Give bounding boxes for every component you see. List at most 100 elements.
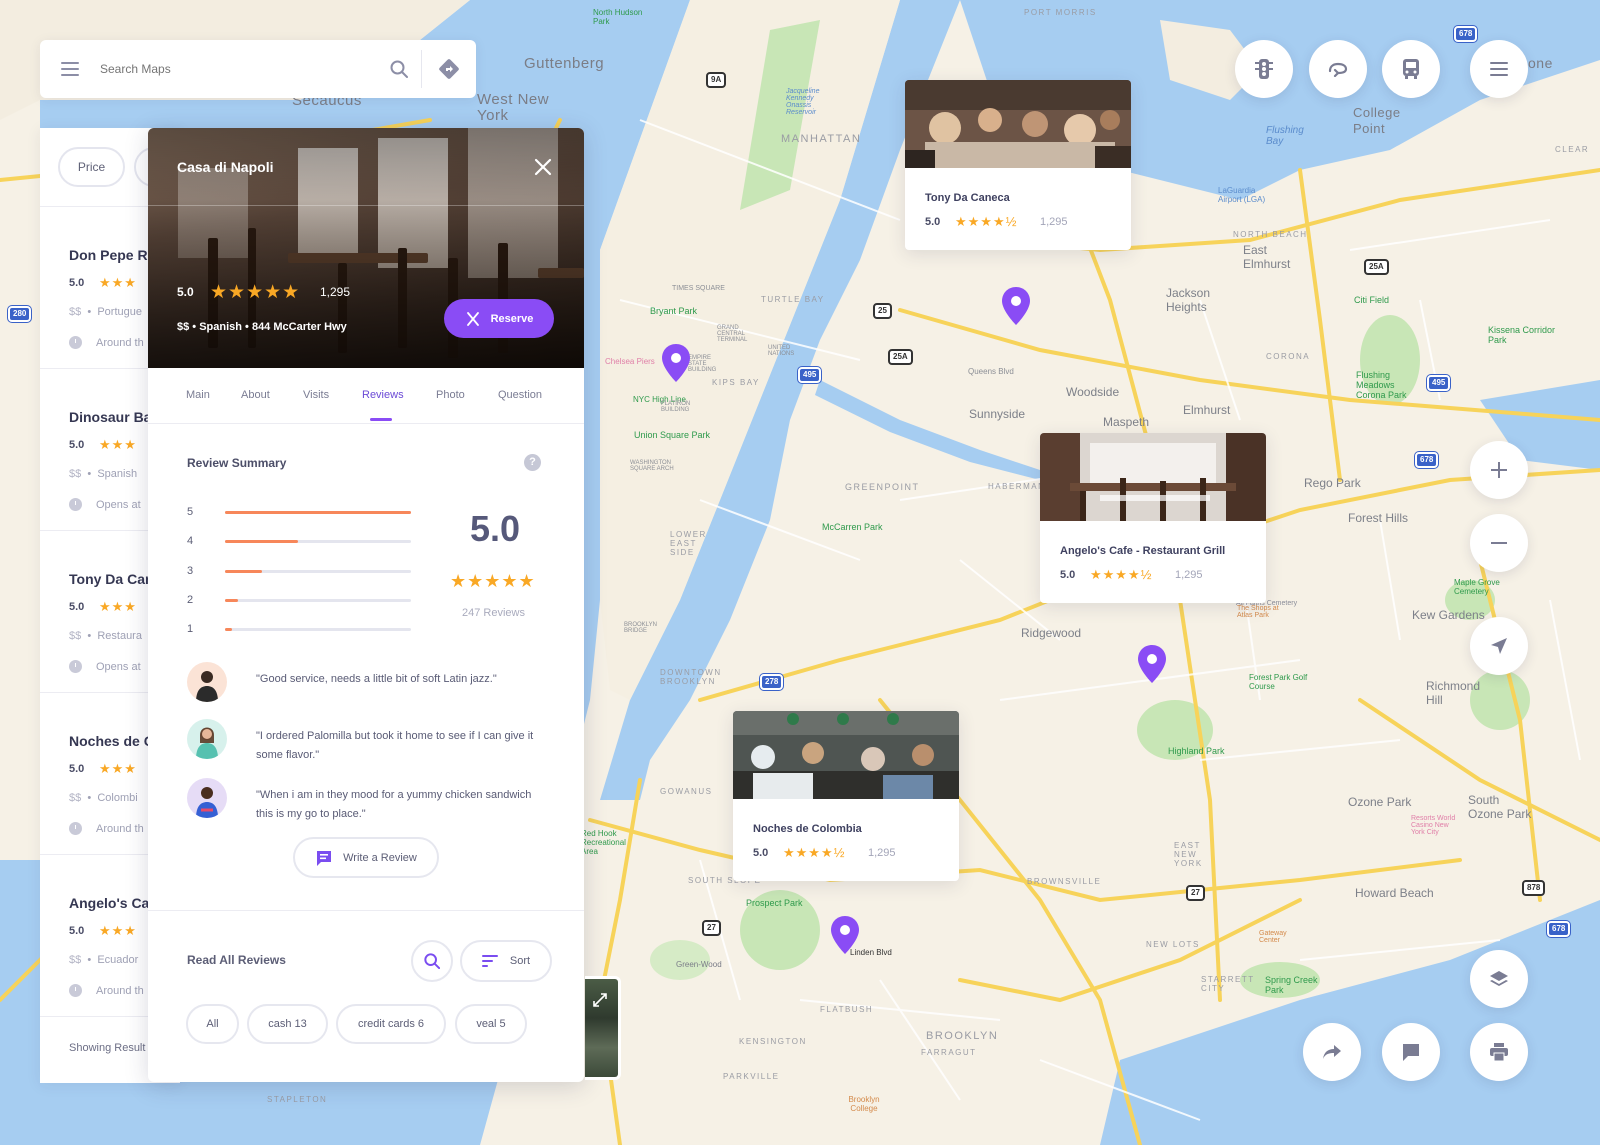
reviews-count: 247 Reviews — [462, 607, 525, 619]
list-item-meta: $$ • Spanish — [69, 468, 138, 480]
map-label: LOWER EAST SIDE — [670, 530, 707, 557]
divider — [148, 205, 584, 206]
list-item-hours: Around th — [69, 336, 144, 349]
close-icon[interactable] — [532, 156, 554, 178]
reserve-button[interactable]: Reserve — [444, 299, 554, 338]
my-location-button[interactable] — [1470, 617, 1528, 675]
divider — [148, 910, 584, 911]
sort-button[interactable]: Sort — [460, 940, 552, 982]
search-reviews-button[interactable] — [411, 940, 453, 982]
filter-chip[interactable]: credit cards 6 — [336, 1004, 446, 1044]
highway-shield: 678 — [1454, 26, 1478, 42]
traffic-button[interactable] — [1235, 40, 1293, 98]
sort-icon — [481, 955, 498, 967]
map-label: Ridgewood — [1021, 626, 1082, 640]
filter-chip[interactable]: All — [186, 1004, 239, 1044]
minus-icon — [1491, 542, 1507, 544]
list-item-rating: 5.0 — [69, 439, 85, 451]
list-item-hours: Opens at — [69, 660, 141, 673]
map-label: STAPLETON — [267, 1095, 328, 1104]
tab-main[interactable]: Main — [186, 389, 210, 401]
highway-shield: 278 — [760, 674, 784, 690]
list-item-hours: Around th — [69, 822, 144, 835]
place-card-name: Angelo's Cafe - Restaurant Grill — [1060, 545, 1226, 557]
transit-button[interactable] — [1382, 40, 1440, 98]
search-icon — [424, 953, 440, 969]
map-label: KENSINGTON — [739, 1037, 807, 1046]
list-item-name: Noches de C — [69, 733, 154, 749]
directions-button[interactable] — [422, 40, 476, 98]
menu-button[interactable] — [1470, 40, 1528, 98]
filter-chip[interactable]: veal 5 — [455, 1004, 527, 1044]
feedback-button[interactable] — [1382, 1023, 1440, 1081]
share-button[interactable] — [1303, 1023, 1361, 1081]
tab-about[interactable]: About — [241, 389, 270, 401]
map-label: South Ozone Park — [1468, 793, 1532, 821]
printer-icon — [1490, 1043, 1508, 1061]
map-label: KIPS BAY — [712, 378, 760, 387]
map-label: NEW LOTS — [1146, 940, 1200, 949]
star-rating: ★★★ — [99, 599, 137, 614]
star-rating: ★★★★★ — [210, 282, 301, 303]
place-card-rating: 5.0 — [753, 847, 769, 859]
highway-shield: 25A — [1364, 259, 1389, 275]
comment-icon — [317, 850, 332, 866]
tab-visits[interactable]: Visits — [303, 389, 329, 401]
route-icon — [1328, 62, 1348, 77]
location-pin-icon[interactable] — [1001, 286, 1031, 326]
filter-chip[interactable]: cash 13 — [247, 1004, 328, 1044]
route-button[interactable] — [1309, 40, 1367, 98]
map-label: Flushing Meadows Corona Park — [1356, 370, 1407, 400]
map-label: WASHINGTON SQUARE ARCH — [630, 460, 674, 472]
map-label: Guttenberg — [524, 55, 605, 72]
map-label: Prospect Park — [746, 898, 803, 908]
place-card[interactable]: Tony Da Caneca 5.0 ★★★★½ 1,295 — [905, 80, 1131, 250]
place-card-rating: 5.0 — [1060, 569, 1076, 581]
clock-icon — [69, 498, 82, 511]
map-label: Rego Park — [1304, 476, 1361, 490]
price-filter-button[interactable]: Price — [58, 147, 125, 187]
tab-question[interactable]: Question — [498, 389, 542, 401]
star-rating: ★★★★½ — [783, 845, 846, 860]
read-all-reviews-title: Read All Reviews — [187, 953, 286, 967]
tab-photo[interactable]: Photo — [436, 389, 465, 401]
cuisine: Spanish — [97, 468, 138, 480]
list-item-hours: Opens at — [69, 498, 141, 511]
place-photo — [733, 711, 959, 799]
menu-button[interactable] — [40, 40, 100, 98]
map-label: PORT MORRIS — [1024, 8, 1097, 17]
review-item: "Good service, needs a little bit of sof… — [187, 662, 567, 706]
list-item-rating: 5.0 — [69, 925, 85, 937]
zoom-in-button[interactable] — [1470, 441, 1528, 499]
location-pin-icon[interactable] — [830, 915, 860, 955]
rating-bar-label: 5 — [187, 506, 194, 518]
rating-bar-label: 3 — [187, 565, 194, 577]
map-label: DOWNTOWN BROOKLYN — [660, 668, 722, 686]
layers-button[interactable] — [1470, 950, 1528, 1008]
map-label: Kew Gardens — [1412, 608, 1485, 622]
tab-reviews[interactable]: Reviews — [362, 389, 404, 401]
map-label: Jacqueline Kennedy Onassis Reservoir — [786, 88, 820, 116]
highway-shield: 495 — [798, 367, 822, 383]
search-button[interactable] — [377, 40, 421, 98]
menu-icon — [61, 62, 79, 76]
star-rating: ★★★ — [99, 761, 137, 776]
print-button[interactable] — [1470, 1023, 1528, 1081]
price-level: $$ — [69, 954, 82, 966]
location-pin-icon[interactable] — [661, 343, 691, 383]
place-card[interactable]: Angelo's Cafe - Restaurant Grill 5.0 ★★★… — [1040, 433, 1266, 603]
place-card[interactable]: Noches de Colombia 5.0 ★★★★½ 1,295 — [733, 711, 959, 881]
location-pin-icon[interactable] — [1137, 644, 1167, 684]
satellite-thumbnail[interactable] — [585, 976, 621, 1080]
write-review-button[interactable]: Write a Review — [293, 837, 439, 878]
help-icon[interactable]: ? — [524, 454, 541, 471]
zoom-out-button[interactable] — [1470, 514, 1528, 572]
list-item-rating: 5.0 — [69, 763, 85, 775]
search-bar — [40, 40, 476, 98]
map-label: PARKVILLE — [723, 1072, 780, 1081]
list-item-meta: $$ • Colombi — [69, 792, 138, 804]
hours-text: Around th — [96, 336, 144, 349]
search-input[interactable] — [100, 40, 377, 98]
cuisine: Colombi — [97, 792, 138, 804]
map-label: BROOKLYN BRIDGE — [624, 622, 657, 634]
